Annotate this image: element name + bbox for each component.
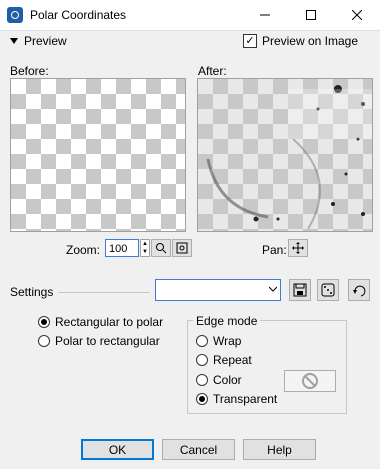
radio-selected-icon (196, 393, 208, 405)
edge-color-swatch[interactable] (284, 370, 336, 392)
repeat-radio[interactable]: Repeat (196, 353, 252, 367)
polar-distortion-preview (206, 85, 372, 230)
preview-collapse-toggle[interactable]: Preview (10, 34, 67, 48)
wrap-label: Wrap (213, 334, 242, 348)
maximize-button[interactable] (288, 0, 334, 30)
minimize-button[interactable] (242, 0, 288, 30)
randomize-button[interactable] (317, 279, 339, 301)
color-label: Color (213, 373, 242, 387)
polar-coordinates-app-icon (7, 7, 23, 23)
window-title: Polar Coordinates (30, 8, 127, 22)
cancel-button[interactable]: Cancel (162, 439, 235, 460)
radio-unselected-icon (196, 354, 208, 366)
zoom-in-icon (156, 243, 167, 254)
preview-on-image-label: Preview on Image (261, 34, 358, 48)
zoom-label: Zoom: (66, 243, 101, 257)
close-icon (352, 10, 362, 20)
reset-button[interactable] (348, 279, 370, 301)
reset-icon (353, 285, 366, 297)
transparent-label: Transparent (213, 392, 278, 406)
no-color-icon (302, 373, 318, 389)
preview-on-image-checkbox[interactable]: ✓ Preview on Image (242, 34, 358, 48)
dice-icon (321, 283, 335, 297)
zoom-fit-button[interactable] (172, 239, 192, 257)
rectangular-to-polar-label: Rectangular to polar (55, 315, 164, 329)
spin-down-icon: ▼ (142, 249, 148, 255)
minimize-icon (260, 14, 270, 16)
polar-to-rectangular-radio[interactable]: Polar to rectangular (38, 334, 160, 348)
save-preset-button[interactable] (289, 279, 311, 301)
close-button[interactable] (334, 0, 380, 30)
radio-unselected-icon (196, 374, 208, 386)
zoom-fit-icon (176, 242, 188, 254)
edge-mode-title: Edge mode (193, 314, 261, 328)
settings-preset-dropdown[interactable] (155, 279, 281, 301)
color-radio[interactable]: Color (196, 373, 242, 387)
after-preview[interactable] (197, 78, 373, 232)
radio-unselected-icon (196, 335, 208, 347)
pan-button[interactable] (288, 239, 308, 257)
zoom-spinner[interactable]: ▲ ▼ (140, 239, 150, 257)
preview-label: Preview (24, 34, 67, 48)
wrap-radio[interactable]: Wrap (196, 334, 241, 348)
before-label: Before: (10, 64, 49, 78)
settings-label: Settings (10, 285, 54, 299)
chevron-down-icon (269, 286, 277, 292)
repeat-label: Repeat (213, 353, 252, 367)
move-arrows-icon (292, 242, 304, 254)
spin-up-icon: ▲ (142, 241, 148, 247)
transparent-radio[interactable]: Transparent (196, 392, 277, 406)
pan-label: Pan: (262, 243, 287, 257)
rectangular-to-polar-radio[interactable]: Rectangular to polar (38, 315, 163, 329)
radio-unselected-icon (38, 335, 50, 347)
zoom-input[interactable]: 100 (105, 239, 139, 257)
before-preview[interactable] (10, 78, 186, 232)
save-icon (293, 283, 307, 297)
title-bar: Polar Coordinates (0, 0, 380, 31)
maximize-icon (306, 10, 316, 20)
after-label: After: (198, 64, 227, 78)
polar-to-rectangular-label: Polar to rectangular (55, 334, 160, 348)
help-button[interactable]: Help (243, 439, 316, 460)
zoom-in-button[interactable] (151, 239, 171, 257)
radio-selected-icon (38, 316, 50, 328)
collapse-triangle-icon (10, 38, 18, 44)
ok-button[interactable]: OK (81, 439, 154, 460)
settings-divider (58, 292, 150, 293)
checkmark-icon: ✓ (242, 34, 257, 48)
